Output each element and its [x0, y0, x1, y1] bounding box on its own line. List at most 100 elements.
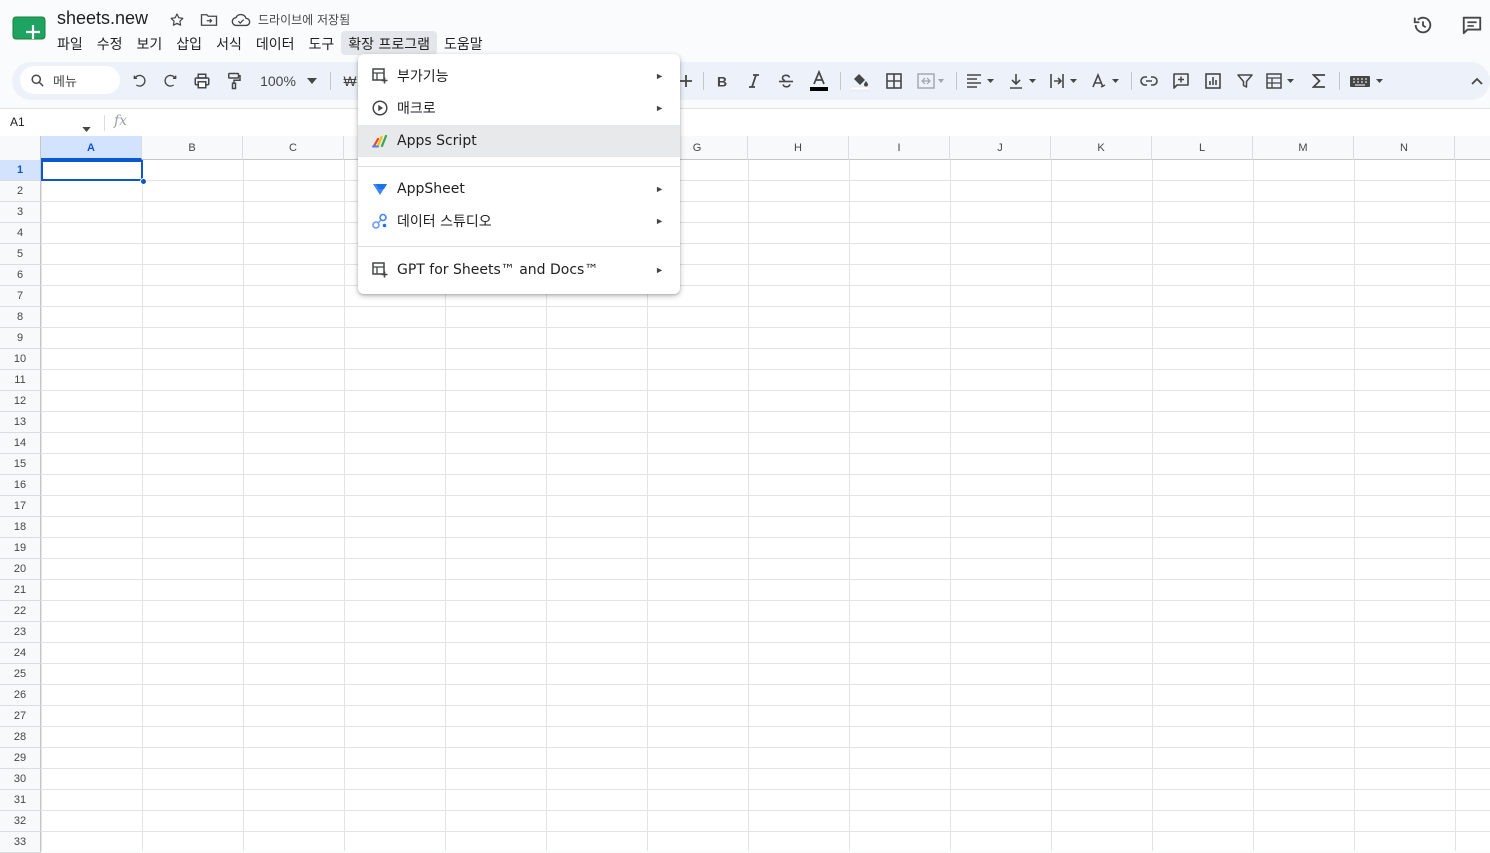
- row-header[interactable]: 3: [0, 202, 41, 223]
- column-header[interactable]: M: [1253, 136, 1354, 160]
- name-box-dropdown-icon[interactable]: [82, 119, 91, 137]
- menu-view[interactable]: 보기: [130, 31, 170, 55]
- bold-icon[interactable]: B: [711, 68, 733, 94]
- paint-format-icon[interactable]: [223, 68, 245, 94]
- menu-insert[interactable]: 삽입: [169, 31, 209, 55]
- row-header[interactable]: 19: [0, 538, 41, 559]
- insert-comment-icon[interactable]: [1170, 68, 1192, 94]
- redo-icon[interactable]: [160, 68, 182, 94]
- move-folder-icon[interactable]: [199, 10, 219, 30]
- currency-format-button[interactable]: ₩: [342, 68, 358, 94]
- column-header[interactable]: K: [1051, 136, 1152, 160]
- insert-chart-icon[interactable]: [1202, 68, 1224, 94]
- menu-help[interactable]: 도움말: [437, 31, 490, 55]
- row-header[interactable]: 7: [0, 286, 41, 307]
- vertical-align-icon[interactable]: [1007, 68, 1041, 94]
- menu-search[interactable]: 메뉴: [20, 66, 120, 94]
- menu-extensions[interactable]: 확장 프로그램: [341, 31, 437, 55]
- column-header[interactable]: C: [243, 136, 344, 160]
- column-header[interactable]: I: [849, 136, 950, 160]
- cloud-saved-icon[interactable]: [231, 10, 251, 30]
- row-header[interactable]: 9: [0, 328, 41, 349]
- italic-icon[interactable]: [743, 68, 765, 94]
- active-cell-a1[interactable]: [41, 160, 143, 181]
- row-header[interactable]: 21: [0, 580, 41, 601]
- merge-cells-icon[interactable]: [916, 68, 946, 94]
- functions-icon[interactable]: [1309, 68, 1329, 94]
- column-header[interactable]: B: [142, 136, 243, 160]
- row-header[interactable]: 29: [0, 748, 41, 769]
- filter-views-icon[interactable]: [1265, 68, 1299, 94]
- row-header[interactable]: 26: [0, 685, 41, 706]
- row-header[interactable]: 1: [0, 160, 41, 181]
- undo-icon[interactable]: [128, 68, 150, 94]
- row-header[interactable]: 6: [0, 265, 41, 286]
- row-header[interactable]: 20: [0, 559, 41, 580]
- row-header[interactable]: 22: [0, 601, 41, 622]
- row-header[interactable]: 24: [0, 643, 41, 664]
- menu-format[interactable]: 서식: [209, 31, 249, 55]
- text-color-icon[interactable]: [807, 68, 831, 94]
- menu-file[interactable]: 파일: [50, 31, 90, 55]
- menu-item-data-studio[interactable]: 데이터 스튜디오 ►: [358, 205, 680, 237]
- horizontal-align-icon[interactable]: [965, 68, 999, 94]
- cell-area[interactable]: [41, 160, 1490, 851]
- comments-icon[interactable]: [1459, 12, 1485, 38]
- row-header[interactable]: 33: [0, 832, 41, 853]
- version-history-icon[interactable]: [1410, 12, 1436, 38]
- row-header[interactable]: 31: [0, 790, 41, 811]
- row-header[interactable]: 16: [0, 475, 41, 496]
- row-header[interactable]: 11: [0, 370, 41, 391]
- row-header[interactable]: 27: [0, 706, 41, 727]
- column-header[interactable]: H: [748, 136, 849, 160]
- print-icon[interactable]: [191, 68, 213, 94]
- row-header[interactable]: 10: [0, 349, 41, 370]
- menu-tools[interactable]: 도구: [301, 31, 341, 55]
- zoom-select[interactable]: 100%: [258, 68, 298, 94]
- sheets-logo-icon[interactable]: [12, 16, 46, 40]
- row-header[interactable]: 4: [0, 223, 41, 244]
- extensions-menu: 부가기능 ► 매크로 ► Apps Script AppSheet ► 데이터 …: [358, 54, 680, 294]
- row-header[interactable]: 23: [0, 622, 41, 643]
- menu-item-addons[interactable]: 부가기능 ►: [358, 60, 680, 92]
- row-header[interactable]: 2: [0, 181, 41, 202]
- row-header[interactable]: 30: [0, 769, 41, 790]
- fill-handle[interactable]: [140, 178, 147, 185]
- row-header[interactable]: 18: [0, 517, 41, 538]
- filter-icon[interactable]: [1234, 68, 1256, 94]
- column-header[interactable]: J: [950, 136, 1051, 160]
- menu-data[interactable]: 데이터: [249, 31, 302, 55]
- select-all-corner[interactable]: [0, 136, 41, 160]
- row-header[interactable]: 5: [0, 244, 41, 265]
- fill-color-icon[interactable]: [848, 68, 872, 94]
- input-tools-icon[interactable]: [1348, 68, 1388, 94]
- borders-icon[interactable]: [883, 68, 905, 94]
- menu-edit[interactable]: 수정: [90, 31, 130, 55]
- insert-link-icon[interactable]: [1138, 68, 1160, 94]
- text-wrapping-icon[interactable]: [1048, 68, 1082, 94]
- column-header[interactable]: N: [1354, 136, 1455, 160]
- menu-item-appsheet[interactable]: AppSheet ►: [358, 173, 680, 205]
- row-header[interactable]: 17: [0, 496, 41, 517]
- text-rotation-icon[interactable]: [1090, 68, 1124, 94]
- row-header[interactable]: 25: [0, 664, 41, 685]
- column-header[interactable]: L: [1152, 136, 1253, 160]
- strikethrough-icon[interactable]: [775, 68, 797, 94]
- row-header[interactable]: 13: [0, 412, 41, 433]
- row-header[interactable]: 28: [0, 727, 41, 748]
- menu-item-macros[interactable]: 매크로 ►: [358, 92, 680, 124]
- row-header[interactable]: 8: [0, 307, 41, 328]
- menu-item-apps-script[interactable]: Apps Script: [358, 125, 680, 157]
- menu-item-gpt-for-sheets[interactable]: GPT for Sheets™ and Docs™ ►: [358, 254, 680, 286]
- submenu-arrow-icon: ►: [655, 71, 664, 81]
- zoom-dropdown-icon[interactable]: [306, 68, 318, 94]
- row-header[interactable]: 12: [0, 391, 41, 412]
- row-header[interactable]: 15: [0, 454, 41, 475]
- column-header[interactable]: A: [41, 136, 142, 160]
- collapse-toolbar-icon[interactable]: [1469, 68, 1485, 94]
- row-header[interactable]: 32: [0, 811, 41, 832]
- name-box[interactable]: A1: [10, 115, 25, 129]
- row-header[interactable]: 14: [0, 433, 41, 454]
- star-icon[interactable]: [167, 10, 187, 30]
- document-title[interactable]: sheets.new: [57, 8, 148, 29]
